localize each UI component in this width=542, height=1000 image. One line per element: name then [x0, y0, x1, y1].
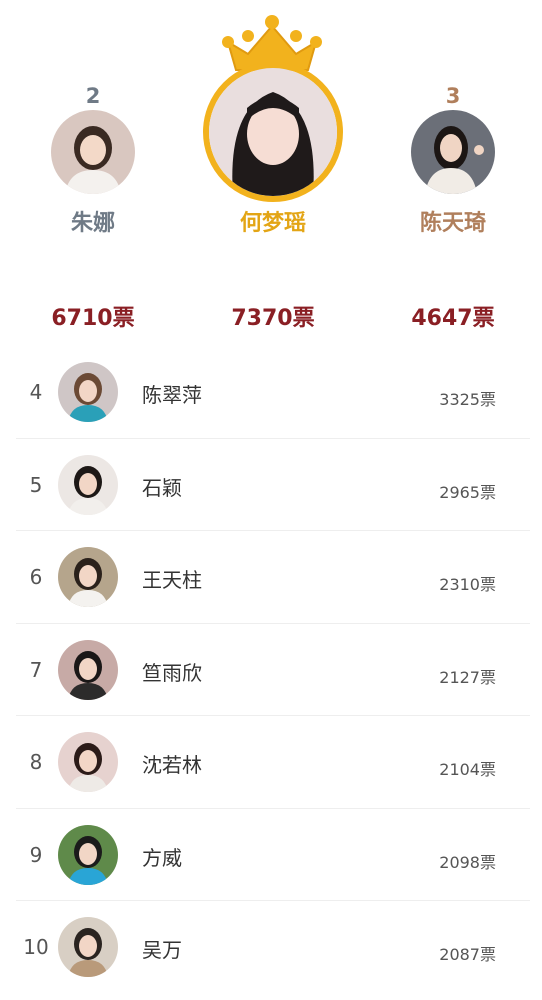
person-avatar-icon	[58, 639, 118, 700]
rank-number: 10	[23, 935, 49, 959]
podium-rank-3: 3	[445, 84, 461, 108]
person-avatar-icon	[58, 547, 118, 607]
list-item[interactable]: 5 石颖 2965票	[16, 439, 530, 531]
contestant-name: 王天柱	[142, 568, 202, 592]
person-avatar-icon	[58, 732, 118, 792]
person-avatar-icon	[209, 68, 337, 196]
list-item[interactable]: 8 沈若林 2104票	[16, 716, 530, 809]
contestant-name: 笪雨欣	[142, 660, 202, 685]
rank-number: 8	[29, 750, 43, 774]
list-item[interactable]: 7 笪雨欣 2127票	[16, 624, 530, 716]
podium-votes-1: 7370票	[231, 306, 315, 331]
avatar[interactable]	[58, 362, 118, 422]
contestant-name: 石颖	[142, 475, 182, 500]
person-avatar-icon	[58, 917, 118, 977]
list-item[interactable]: 10 吴万 2087票	[16, 901, 530, 994]
vote-count: 3325票	[439, 390, 496, 409]
person-avatar-icon	[58, 362, 118, 422]
person-avatar-icon	[51, 110, 135, 194]
vote-count: 2104票	[439, 760, 496, 779]
avatar[interactable]	[203, 62, 343, 202]
podium-name-1: 何梦瑶	[239, 211, 306, 236]
list-item[interactable]: 4 陈翠萍 3325票	[16, 346, 530, 439]
podium-rank-2: 2	[85, 84, 101, 108]
ranking-page: 2 朱娜 6710票 何梦瑶 7370票 3 陈天琦 4647票 4 陈翠萍 3…	[0, 0, 542, 1000]
vote-count: 2310票	[439, 575, 496, 594]
podium-name-2: 朱娜	[70, 211, 115, 236]
avatar[interactable]	[58, 454, 118, 515]
rank-number: 9	[29, 842, 43, 867]
ranking-list: 4 陈翠萍 3325票 5 石颖 2965票 6 王天柱 2310票 7 笪雨欣…	[16, 346, 530, 994]
person-avatar-icon	[58, 454, 118, 515]
vote-count: 2965票	[439, 482, 496, 502]
contestant-name: 方威	[142, 845, 182, 870]
person-avatar-icon	[58, 824, 118, 885]
podium-votes-2: 6710票	[51, 306, 135, 331]
rank-number: 6	[29, 565, 43, 589]
avatar[interactable]	[58, 917, 118, 977]
list-item[interactable]: 6 王天柱 2310票	[16, 531, 530, 624]
podium-name-3: 陈天琦	[419, 211, 486, 236]
vote-count: 2127票	[439, 667, 496, 687]
avatar[interactable]	[51, 110, 135, 194]
vote-count: 2098票	[439, 852, 496, 872]
rank-number: 4	[29, 380, 43, 404]
avatar[interactable]	[58, 639, 118, 700]
contestant-name: 沈若林	[142, 753, 202, 777]
contestant-name: 陈翠萍	[142, 383, 202, 407]
avatar[interactable]	[58, 732, 118, 792]
rank-number: 7	[29, 657, 43, 682]
rank-number: 5	[29, 472, 43, 497]
contestant-name: 吴万	[142, 938, 182, 962]
vote-count: 2087票	[439, 945, 496, 964]
avatar[interactable]	[411, 110, 495, 194]
list-item[interactable]: 9 方威 2098票	[16, 809, 530, 901]
podium-votes-3: 4647票	[411, 306, 495, 331]
avatar[interactable]	[58, 547, 118, 607]
person-avatar-icon	[411, 110, 495, 194]
avatar[interactable]	[58, 824, 118, 885]
